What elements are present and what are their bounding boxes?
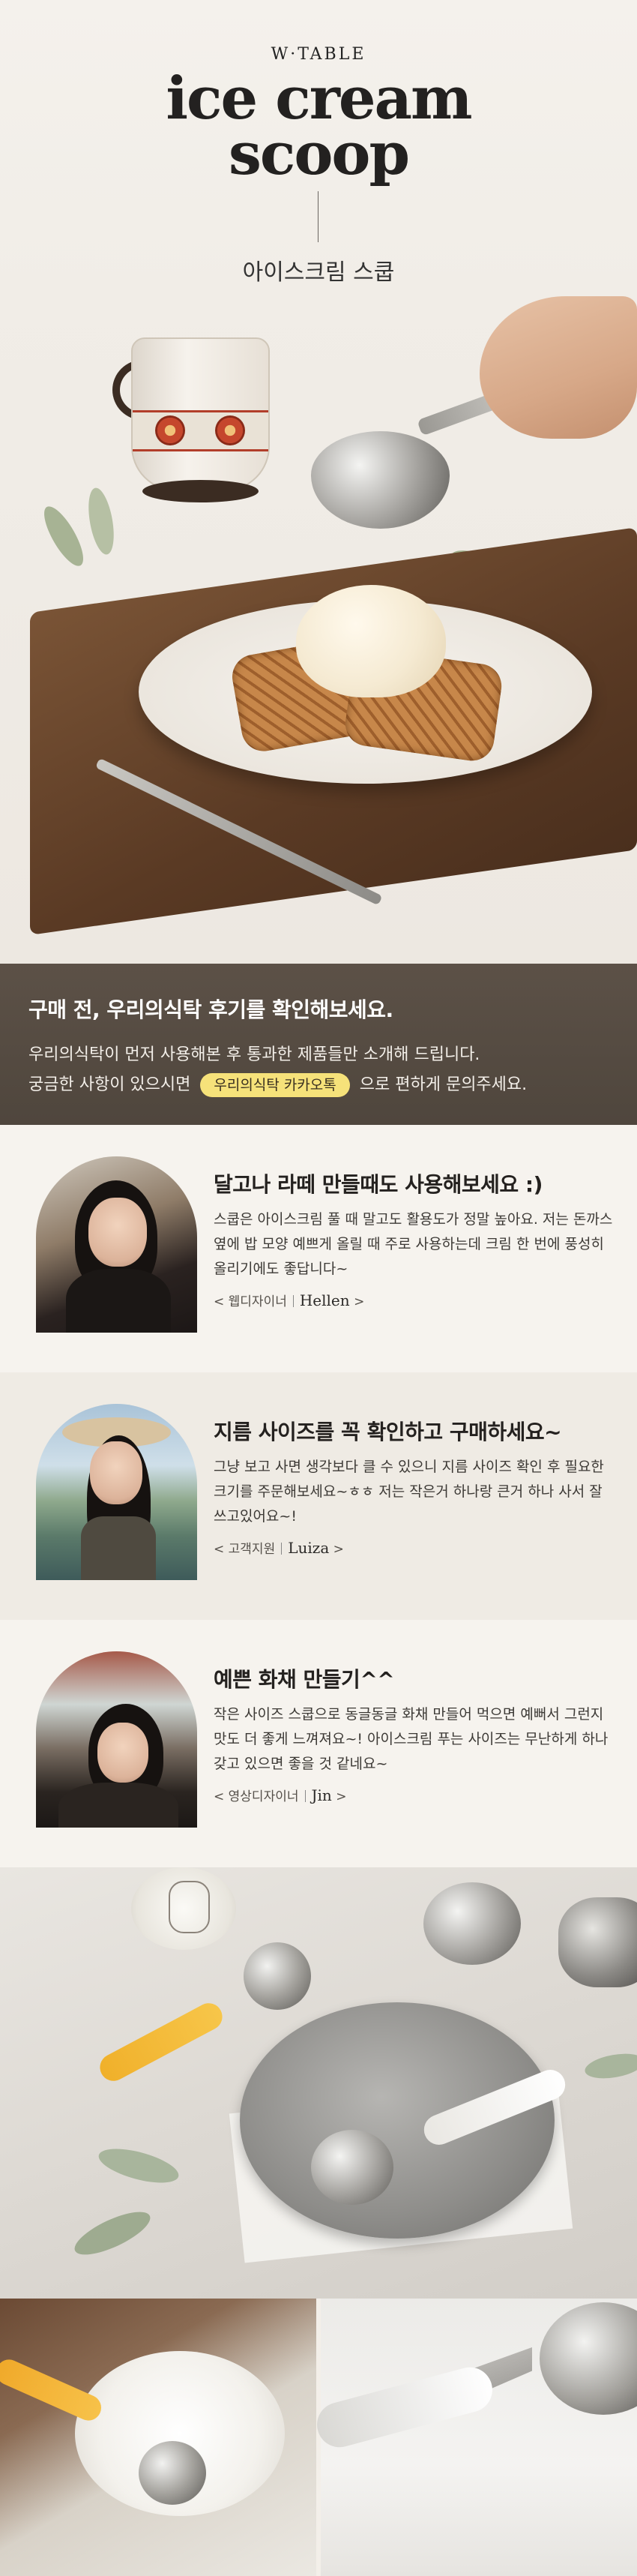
scoop-bowl [423,1882,521,1965]
review-text: 지름 사이즈를 꼭 확인하고 구매하세요~ 그냥 보고 사면 생각보다 클 수 … [214,1416,618,1557]
metal-tray [240,2002,555,2239]
review-signature: < 웹디자이너 Hellen > [214,1291,365,1309]
brand-logo: W·TABLE [271,45,366,64]
product-subtitle: 아이스크림 스쿱 [242,259,395,286]
scoop-bowl [139,2441,206,2505]
coffee-cup [131,337,270,491]
review-text: 달고나 라떼 만들때도 사용해보세요 :) 스쿱은 아이스크림 풀 때 말고도 … [214,1168,618,1309]
review-card: 달고나 라떼 만들때도 사용해보세요 :) 스쿱은 아이스크림 풀 때 말고도 … [0,1125,637,1372]
review-body: 작은 사이즈 스쿱으로 동글동글 화채 만들어 먹으면 예뻐서 그런지 맛도 더… [214,1706,609,1772]
scoop-bowl [311,2130,393,2205]
review-body: 스쿱은 아이스크림 풀 때 말고도 활용도가 정말 높아요. 저는 돈까스 옆에… [214,1211,613,1277]
reviewer-name: Luiza [288,1539,330,1557]
kakao-talk-button[interactable]: 우리의식탁 카카오톡 [200,1073,350,1097]
banner-heading: 구매 전, 우리의식탁 후기를 확인해보세요. [28,997,393,1022]
reviewer-role: < 영상디자이너 [214,1789,299,1804]
review-text: 예쁜 화채 만들기^^ 작은 사이즈 스쿱으로 동글동글 화채 만들어 먹으면 … [214,1663,618,1804]
avatar [36,1651,197,1828]
jar-label [169,1881,210,1933]
review-signature: < 영상디자이너 Jin > [214,1786,347,1804]
reviewer-role: < 웹디자이너 [214,1294,287,1309]
avatar [36,1156,197,1333]
ice-cream-scoop-ball [296,585,446,697]
reviewer-role: < 고객지원 [214,1542,276,1557]
product-title: ice cream scoop [0,64,637,188]
banner-line2-prefix: 궁금한 사항이 있으시면 [28,1075,191,1094]
banner-line2-suffix: 으로 편하게 문의주세요. [359,1075,528,1094]
review-card: 예쁜 화채 만들기^^ 작은 사이즈 스쿱으로 동글동글 화채 만들어 먹으면 … [0,1620,637,1867]
review-title: 달고나 라떼 만들때도 사용해보세요 :) [214,1172,543,1197]
reviewer-name: Hellen [299,1291,350,1309]
flower-pattern-icon [155,415,185,445]
product-title-line1: ice cream [166,64,472,133]
scoop-bowl [244,1942,311,2010]
review-banner: 구매 전, 우리의식탁 후기를 확인해보세요. 우리의식탁이 먼저 사용해본 후… [0,964,637,1125]
flower-pattern-icon [215,415,245,445]
banner-line1: 우리의식탁이 먼저 사용해본 후 통과한 제품들만 소개해 드립니다. [28,1045,480,1064]
scoop-bowl [558,1897,637,1987]
cup-base [142,480,259,502]
review-title: 예쁜 화채 만들기^^ [214,1667,395,1692]
review-body: 그냥 보고 사면 생각보다 클 수 있으니 지름 사이즈 확인 후 필요한 크기… [214,1459,604,1525]
product-title-line2: scoop [229,120,410,188]
review-card: 지름 사이즈를 꼭 확인하고 구매하세요~ 그냥 보고 사면 생각보다 클 수 … [0,1372,637,1620]
reviewer-name: Jin [311,1786,332,1804]
review-signature: < 고객지원 Luiza > [214,1539,344,1557]
avatar [36,1404,197,1580]
review-title: 지름 사이즈를 꼭 확인하고 구매하세요~ [214,1420,562,1444]
banner-description: 우리의식탁이 먼저 사용해본 후 통과한 제품들만 소개해 드립니다. 궁금한 … [28,1040,637,1100]
